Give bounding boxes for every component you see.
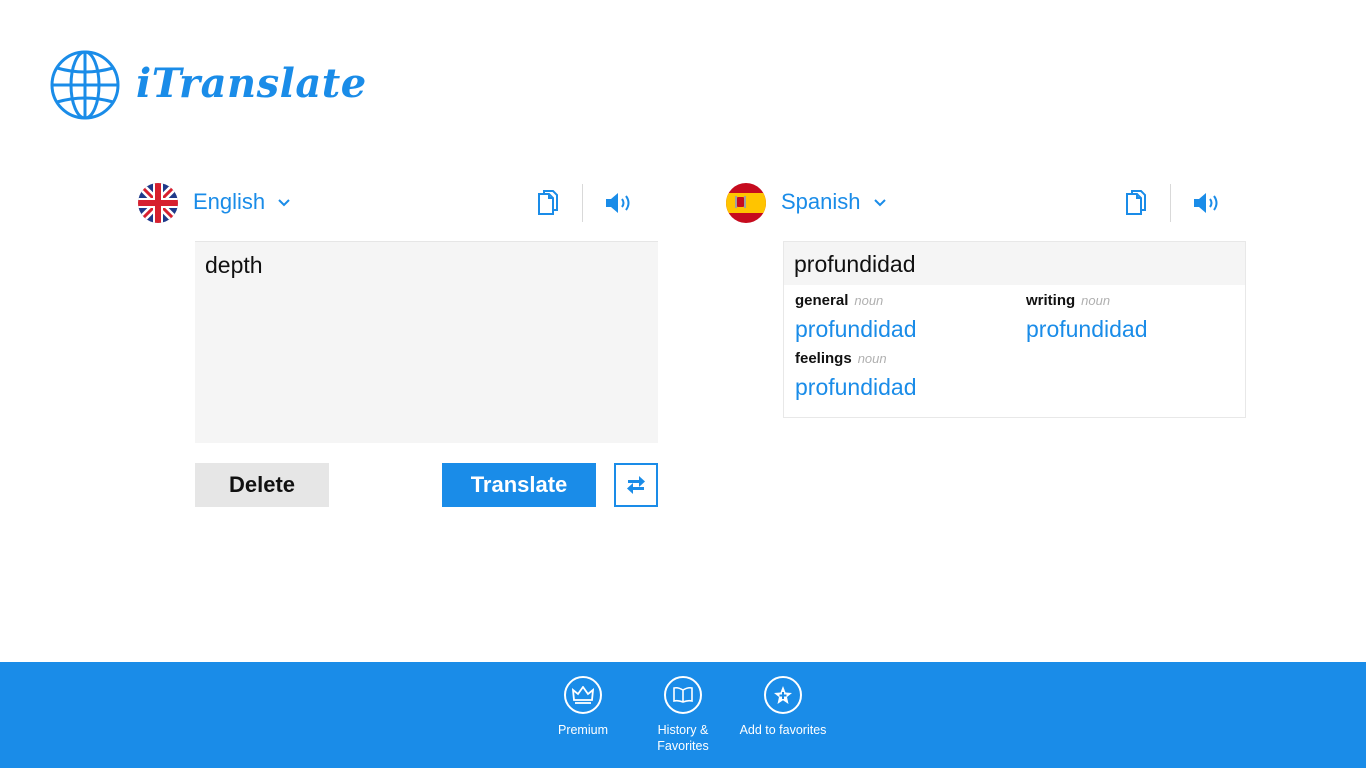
divider bbox=[1170, 184, 1171, 222]
source-language-label: English bbox=[193, 189, 266, 214]
bottom-app-bar: Premium History & Favorites Add to favor… bbox=[0, 662, 1366, 768]
spain-flag-icon bbox=[726, 183, 766, 223]
target-language-label: Spanish bbox=[781, 189, 861, 214]
swap-arrows-icon bbox=[627, 476, 645, 494]
add-to-favorites-button[interactable]: Add to favorites bbox=[733, 676, 833, 738]
swap-languages-button[interactable] bbox=[614, 463, 658, 507]
crown-icon bbox=[564, 676, 602, 714]
target-copy-button[interactable] bbox=[1119, 186, 1153, 220]
category-title: feelings bbox=[795, 350, 852, 367]
category-title: writing bbox=[1026, 292, 1076, 309]
main-translation: profundidad bbox=[794, 251, 916, 277]
divider bbox=[582, 184, 583, 222]
app-bar-label: Premium bbox=[557, 723, 608, 737]
uk-flag-icon bbox=[138, 183, 178, 223]
translation-category: writing noun bbox=[1026, 292, 1110, 310]
target-language-dropdown[interactable]: Spanish bbox=[781, 189, 887, 215]
translate-button[interactable]: Translate bbox=[442, 463, 596, 507]
category-pos: noun bbox=[1081, 293, 1111, 308]
category-pos: noun bbox=[854, 293, 884, 308]
category-translation-link[interactable]: profundidad bbox=[1026, 316, 1148, 343]
globe-logo-icon bbox=[50, 50, 120, 120]
category-title: general bbox=[795, 292, 849, 309]
speaker-icon bbox=[1194, 193, 1218, 213]
book-icon bbox=[664, 676, 702, 714]
copy-icon bbox=[1126, 190, 1146, 215]
source-copy-button[interactable] bbox=[531, 186, 565, 220]
category-translation-link[interactable]: profundidad bbox=[795, 316, 917, 343]
category-translation-link[interactable]: profundidad bbox=[795, 374, 917, 401]
translation-header: profundidad bbox=[784, 242, 1245, 285]
chevron-down-icon bbox=[873, 199, 886, 207]
source-language-dropdown[interactable]: English bbox=[193, 189, 291, 215]
app-title: iTranslate bbox=[136, 60, 367, 107]
translation-category: feelings noun bbox=[795, 350, 887, 368]
premium-button[interactable]: Premium bbox=[533, 676, 633, 738]
translation-category: general noun bbox=[795, 292, 883, 310]
app-bar-label: History & Favorites bbox=[657, 723, 709, 753]
history-favorites-button[interactable]: History & Favorites bbox=[633, 676, 733, 754]
source-text-value: depth bbox=[205, 252, 263, 278]
source-text-input[interactable]: depth bbox=[195, 241, 658, 443]
copy-icon bbox=[538, 190, 558, 215]
source-speak-button[interactable] bbox=[602, 186, 636, 220]
speaker-icon bbox=[606, 193, 630, 213]
chevron-down-icon bbox=[278, 199, 290, 207]
app-bar-label: Add to favorites bbox=[739, 723, 827, 737]
target-speak-button[interactable] bbox=[1190, 186, 1224, 220]
star-plus-icon bbox=[764, 676, 802, 714]
category-pos: noun bbox=[857, 351, 887, 366]
translation-panel: profundidad general noun profundidad writ… bbox=[783, 241, 1246, 418]
delete-button[interactable]: Delete bbox=[195, 463, 329, 507]
